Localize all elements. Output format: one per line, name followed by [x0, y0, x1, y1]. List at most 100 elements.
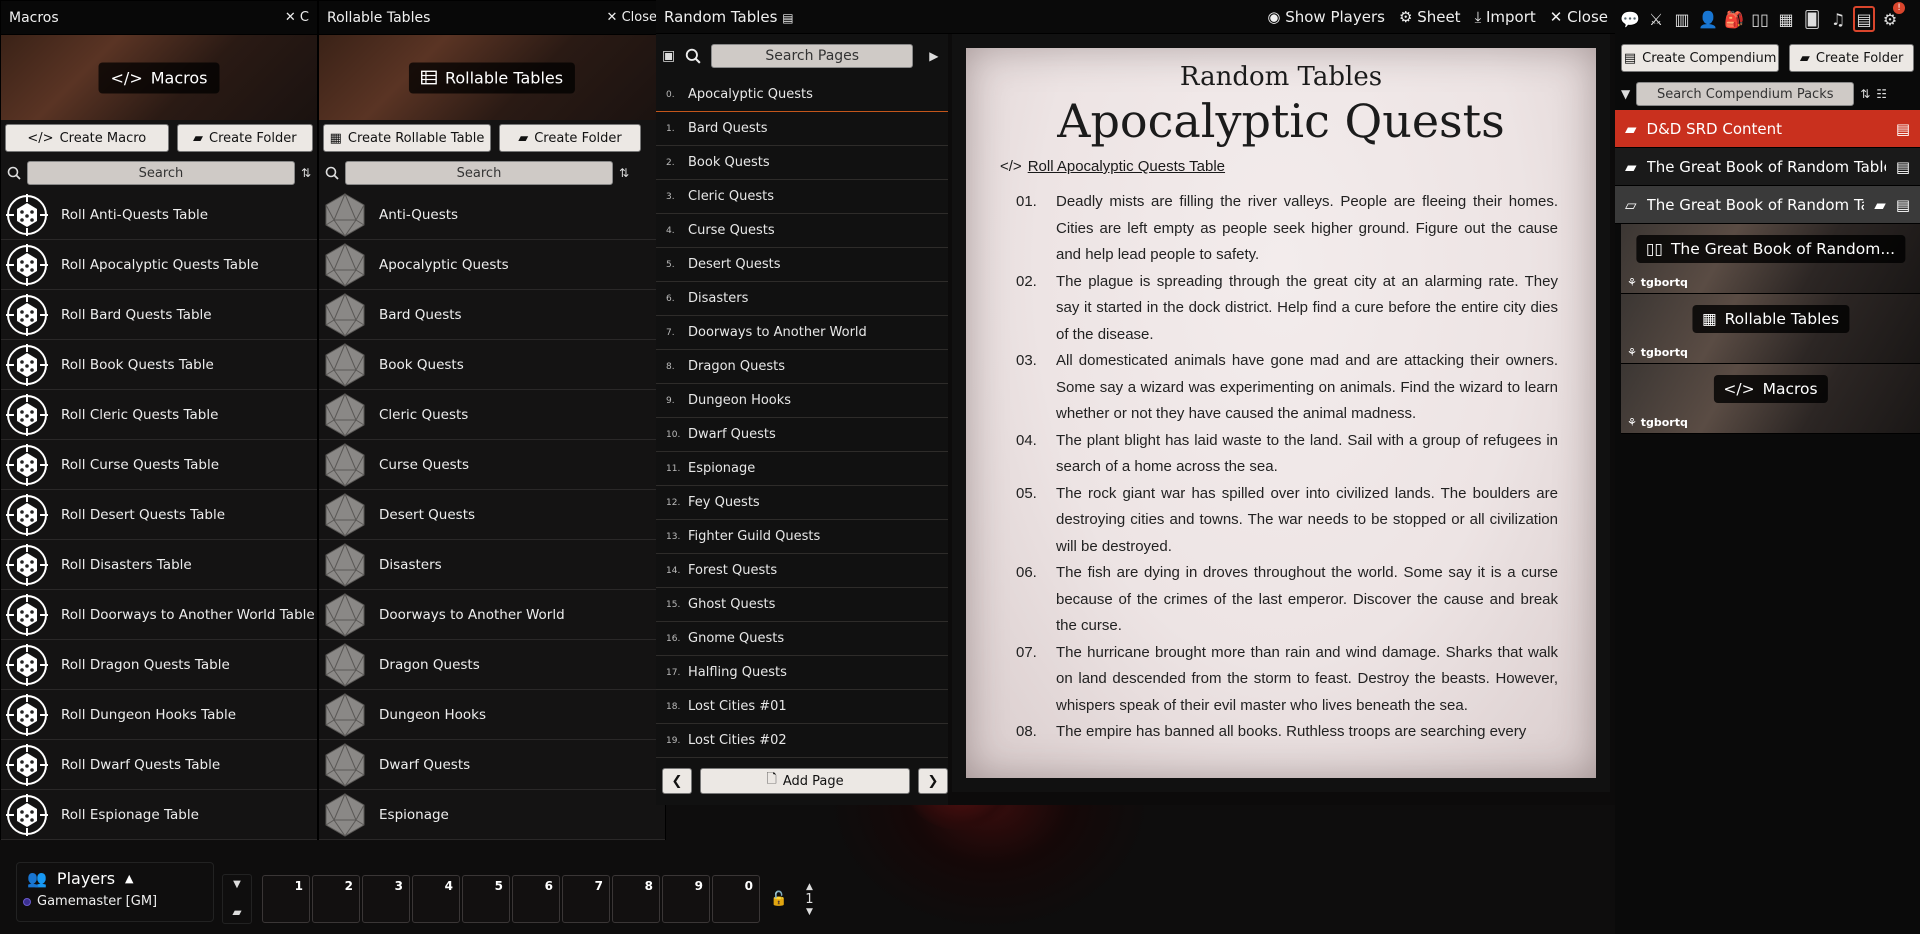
rollable-table-item[interactable]: Disasters: [319, 540, 665, 590]
hotbar-slot[interactable]: 5: [462, 875, 510, 923]
show-players-button[interactable]: ◉ Show Players: [1267, 8, 1385, 26]
rollable-table-item[interactable]: Curse Quests: [319, 440, 665, 490]
tables-tab-icon[interactable]: ▦: [1775, 6, 1797, 32]
create-folder-button[interactable]: ▰ Create Folder: [499, 124, 641, 152]
create-subfolder-icon[interactable]: ▰: [1874, 196, 1886, 214]
toc-page-item[interactable]: 9. Dungeon Hooks: [656, 384, 948, 418]
macros-close-button[interactable]: ✕ C: [285, 10, 309, 25]
rollable-table-item[interactable]: Book Quests: [319, 340, 665, 390]
rollable-table-item[interactable]: Desert Quests: [319, 490, 665, 540]
player-item[interactable]: Gamemaster [GM]: [17, 894, 213, 909]
toc-page-item[interactable]: 0. Apocalyptic Quests: [656, 78, 948, 112]
rollable-table-item[interactable]: Cleric Quests: [319, 390, 665, 440]
macro-item[interactable]: Roll Bard Quests Table: [1, 290, 317, 340]
toc-page-item[interactable]: 19. Lost Cities #02: [656, 724, 948, 758]
compendium-pack[interactable]: ▦ Rollable Tables ⚘ tgbortq: [1621, 294, 1920, 364]
lock-icon[interactable]: 🔓: [770, 891, 787, 907]
rollable-table-item[interactable]: Doorways to Another World: [319, 590, 665, 640]
toc-page-item[interactable]: 2. Book Quests: [656, 146, 948, 180]
prev-page-button[interactable]: ❮: [662, 768, 692, 794]
toc-page-item[interactable]: 16. Gnome Quests: [656, 622, 948, 656]
rollable-table-item[interactable]: Apocalyptic Quests: [319, 240, 665, 290]
toc-page-item[interactable]: 17. Halfling Quests: [656, 656, 948, 690]
create-macro-button[interactable]: </> Create Macro: [5, 124, 169, 152]
items-tab-icon[interactable]: 🎒: [1723, 6, 1745, 32]
create-folder-button[interactable]: ▰ Create Folder: [1789, 44, 1914, 72]
cards-tab-icon[interactable]: 🂠: [1801, 6, 1823, 32]
playlists-tab-icon[interactable]: ♫: [1827, 6, 1849, 32]
compendium-folder[interactable]: ▱ The Great Book of Random Tabl ▰ ▤: [1615, 186, 1920, 224]
compendium-tab-icon[interactable]: ▤: [1853, 6, 1875, 32]
macro-item[interactable]: Roll Anti-Quests Table: [1, 190, 317, 240]
add-page-button[interactable]: 🗋 Add Page: [700, 768, 910, 794]
create-compendium-icon[interactable]: ▤: [1896, 158, 1910, 176]
toc-page-item[interactable]: 5. Desert Quests: [656, 248, 948, 282]
rollable-table-item[interactable]: Dwarf Quests: [319, 740, 665, 790]
sort-icon[interactable]: ⇅: [301, 166, 311, 180]
combat-tab-icon[interactable]: ⚔: [1645, 6, 1667, 32]
macros-search-input[interactable]: Search: [27, 161, 295, 185]
compendium-pack[interactable]: ▯▯ The Great Book of Random... ⚘ tgbortq: [1621, 224, 1920, 294]
toc-page-item[interactable]: 8. Dragon Quests: [656, 350, 948, 384]
hotbar-slot[interactable]: 4: [412, 875, 460, 923]
toc-page-item[interactable]: 18. Lost Cities #01: [656, 690, 948, 724]
toc-page-item[interactable]: 14. Forest Quests: [656, 554, 948, 588]
compendium-folder[interactable]: ▰ The Great Book of Random Tables ▤: [1615, 148, 1920, 186]
create-compendium-icon[interactable]: ▤: [1896, 196, 1910, 214]
import-button[interactable]: ⤓ Import: [1475, 8, 1536, 26]
rollable-table-item[interactable]: Dungeon Hooks: [319, 690, 665, 740]
macro-item[interactable]: Roll Disasters Table: [1, 540, 317, 590]
filter-icon[interactable]: ▼: [1621, 87, 1630, 101]
create-rollable-table-button[interactable]: ▦ Create Rollable Table: [323, 124, 491, 152]
chevron-up-icon[interactable]: ▲: [806, 882, 813, 892]
collapse-all-icon[interactable]: ☷: [1876, 87, 1887, 101]
chevron-down-icon[interactable]: ▼: [806, 907, 813, 917]
create-folder-button[interactable]: ▰ Create Folder: [176, 124, 313, 152]
macro-item[interactable]: Roll Curse Quests Table: [1, 440, 317, 490]
chat-tab-icon[interactable]: 💬: [1619, 6, 1641, 32]
sort-icon[interactable]: ⇅: [619, 166, 629, 180]
roll-table-link[interactable]: </> Roll Apocalyptic Quests Table: [1000, 158, 1596, 175]
tables-window-header[interactable]: Rollable Tables ✕ Close: [319, 1, 665, 35]
macro-item[interactable]: Roll Dragon Quests Table: [1, 640, 317, 690]
settings-tab-icon[interactable]: ⚙ !: [1879, 2, 1905, 32]
journal-tab-icon[interactable]: ▯▯: [1749, 6, 1771, 32]
folder-icon[interactable]: ▰: [232, 905, 241, 919]
journal-close-button[interactable]: ✕ Close: [1550, 8, 1608, 26]
chevron-right-icon[interactable]: ▶: [929, 49, 938, 63]
toc-page-item[interactable]: 10. Dwarf Quests: [656, 418, 948, 452]
hotbar-slot[interactable]: 9: [662, 875, 710, 923]
toc-page-item[interactable]: 1. Bard Quests: [656, 112, 948, 146]
toc-page-item[interactable]: 4. Curse Quests: [656, 214, 948, 248]
toc-page-item[interactable]: 7. Doorways to Another World: [656, 316, 948, 350]
rollable-table-item[interactable]: Bard Quests: [319, 290, 665, 340]
toc-page-item[interactable]: 3. Cleric Quests: [656, 180, 948, 214]
scenes-tab-icon[interactable]: ▥: [1671, 6, 1693, 32]
sort-icon[interactable]: ⇅: [1860, 87, 1870, 101]
macro-item[interactable]: Roll Doorways to Another World Table: [1, 590, 317, 640]
actors-tab-icon[interactable]: 👤: [1697, 6, 1719, 32]
hotbar-slot[interactable]: 6: [512, 875, 560, 923]
macro-item[interactable]: Roll Desert Quests Table: [1, 490, 317, 540]
macros-window-header[interactable]: Macros ✕ C: [1, 1, 317, 35]
hotbar-slot[interactable]: 3: [362, 875, 410, 923]
players-header[interactable]: 👥 Players ▲: [17, 863, 213, 894]
macro-item[interactable]: Roll Dungeon Hooks Table: [1, 690, 317, 740]
rollable-table-item[interactable]: Espionage: [319, 790, 665, 840]
journal-header[interactable]: Random Tables ▤ ◉ Show Players ⚙ Sheet ⤓…: [656, 0, 1616, 34]
tables-search-input[interactable]: Search: [345, 161, 613, 185]
toc-collapse-icon[interactable]: ▣: [662, 48, 675, 64]
macro-item[interactable]: Roll Cleric Quests Table: [1, 390, 317, 440]
create-compendium-button[interactable]: ▤ Create Compendium: [1621, 44, 1780, 72]
hotbar-slot[interactable]: 2: [312, 875, 360, 923]
compendium-search-input[interactable]: Search Compendium Packs: [1636, 82, 1855, 106]
toc-page-item[interactable]: 15. Ghost Quests: [656, 588, 948, 622]
toc-page-item[interactable]: 6. Disasters: [656, 282, 948, 316]
macro-item[interactable]: Roll Espionage Table: [1, 790, 317, 840]
macro-item[interactable]: Roll Book Quests Table: [1, 340, 317, 390]
tables-close-button[interactable]: ✕ Close: [607, 10, 657, 25]
macro-item[interactable]: Roll Dwarf Quests Table: [1, 740, 317, 790]
toc-page-item[interactable]: 13. Fighter Guild Quests: [656, 520, 948, 554]
toc-page-item[interactable]: 12. Fey Quests: [656, 486, 948, 520]
create-compendium-icon[interactable]: ▤: [1896, 120, 1910, 138]
